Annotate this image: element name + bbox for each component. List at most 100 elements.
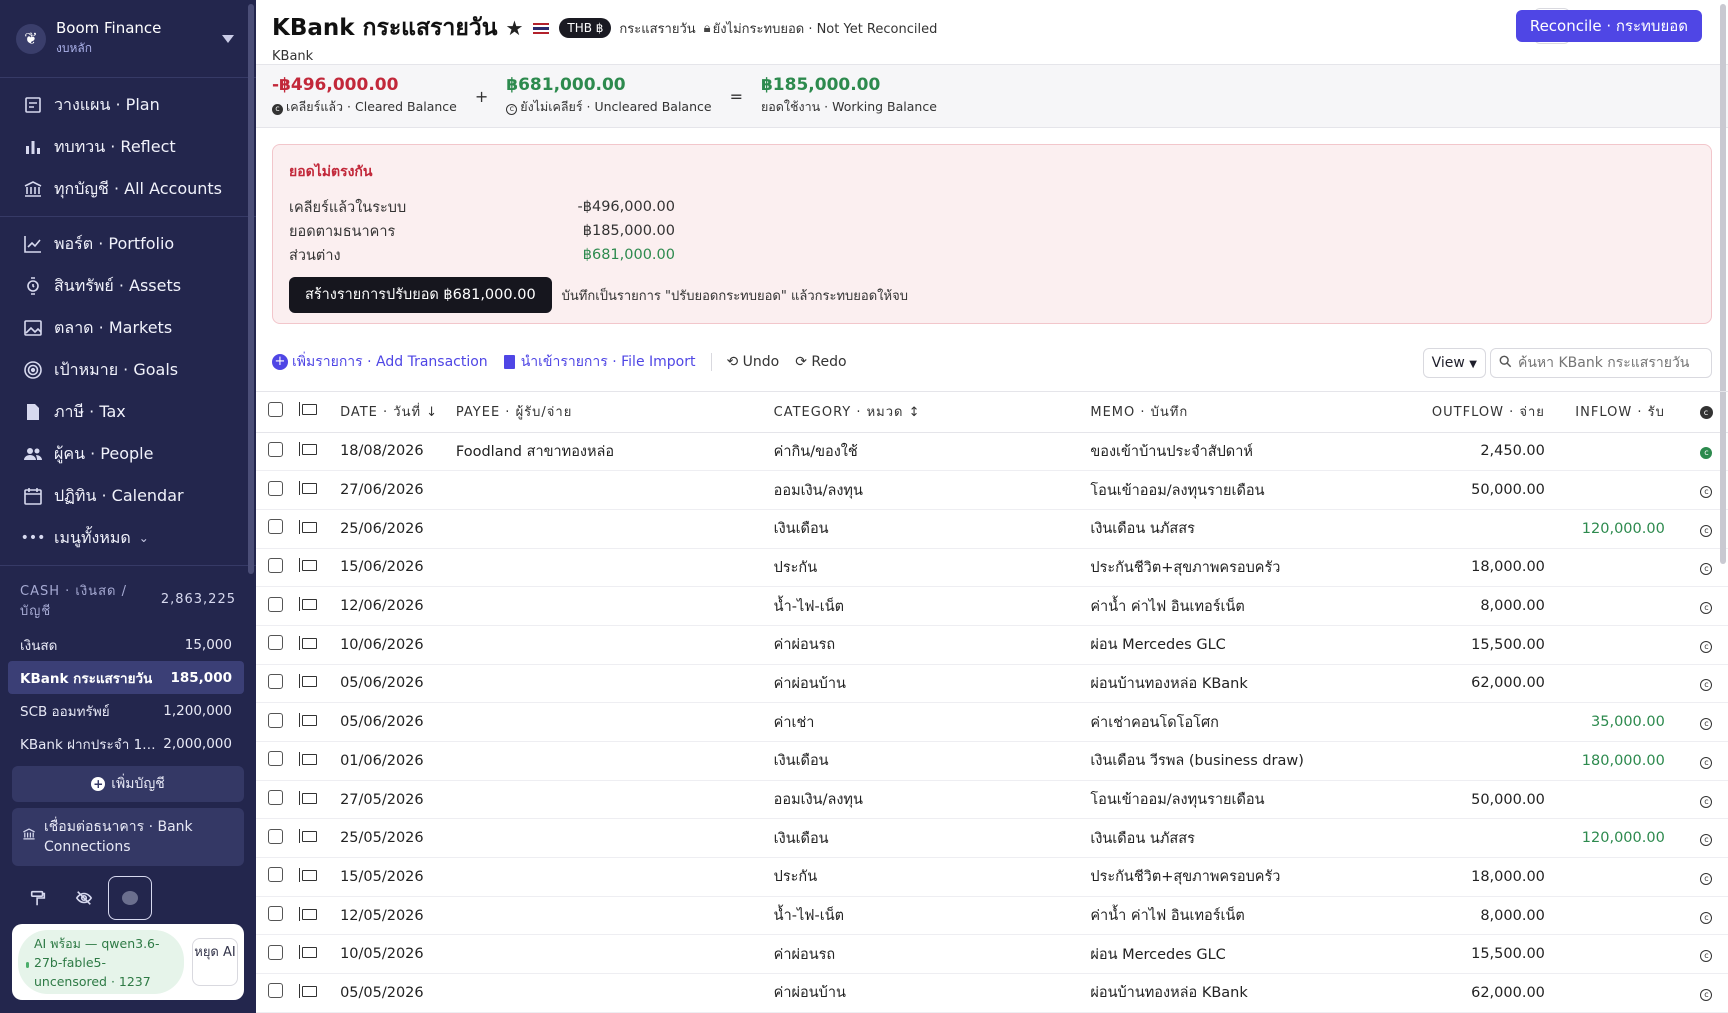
cell-inflow[interactable] [1544,432,1665,472]
paint-roller-icon[interactable] [16,876,60,920]
table-row[interactable]: 15/06/2026 ประกัน ประกันชีวิต+สุขภาพครอบคร… [256,548,1728,588]
cell-category[interactable]: เงินเดือน [773,509,1091,549]
cell-memo[interactable]: ผ่อน Mercedes GLC [1090,625,1379,665]
column-date[interactable]: DATE · วันที่ ↓ [338,392,456,433]
cell-outflow[interactable]: 50,000.00 [1378,780,1545,820]
cell-memo[interactable]: เงินเดือน วีรพล (business draw) [1090,741,1379,781]
uncleared-icon[interactable]: c [1700,911,1713,924]
stop-ai-button[interactable]: หยุด AI [192,938,238,986]
uncleared-icon[interactable]: c [1700,679,1713,692]
cell-category[interactable]: เงินเดือน [773,741,1091,781]
undo-button[interactable]: ⟲ Undo [726,354,779,370]
cell-date[interactable]: 12/05/2026 [338,896,456,936]
reconcile-button[interactable]: Reconcile · กระทบยอด [1515,10,1702,42]
add-account-button[interactable]: + เพิ่มบัญชี [12,766,244,802]
nav-item-assets[interactable]: สินทรัพย์ · Assets [0,265,256,307]
table-row[interactable]: 27/06/2026 ออมเงิน/ลงทุน โอนเข้าออม/ลงทุนร… [256,470,1728,510]
row-checkbox[interactable] [268,480,283,496]
cell-outflow[interactable]: 18,000.00 [1378,548,1545,588]
account-row[interactable]: KBank ฝากประจำ 12 เ... 2,000,000 [8,727,244,760]
cell-date[interactable]: 15/05/2026 [338,857,456,897]
uncleared-icon[interactable]: c [1700,872,1713,885]
cell-memo[interactable]: ค่าน้ำ ค่าไฟ อินเทอร์เน็ต [1090,586,1379,626]
flag-icon[interactable] [298,519,317,534]
eye-off-icon[interactable] [62,876,106,920]
table-row[interactable]: 12/06/2026 น้ำ-ไฟ-เน็ต ค่าน้ำ ค่าไฟ อินเทอ… [256,586,1728,626]
table-row[interactable]: 01/06/2026 เงินเดือน เงินเดือน วีรพล (busi… [256,741,1728,781]
cell-outflow[interactable]: 15,500.00 [1378,934,1545,975]
flag-icon[interactable] [298,674,317,689]
cell-inflow[interactable] [1544,664,1665,704]
cell-inflow[interactable]: 120,000.00 [1544,509,1665,549]
nav-item-portfolio[interactable]: พอร์ต · Portfolio [0,223,256,265]
uncleared-icon[interactable]: c [1700,486,1713,499]
cell-memo[interactable]: ผ่อนบ้านทองหล่อ KBank [1090,664,1379,704]
row-checkbox[interactable] [268,790,283,806]
create-adjustment-button[interactable]: สร้างรายการปรับยอด ฿681,000.00 [289,277,552,313]
cell-inflow[interactable]: 35,000.00 [1544,702,1665,742]
uncleared-icon[interactable]: c [1700,988,1713,1001]
table-row[interactable]: 10/05/2026 ค่าผ่อนรถ ผ่อน Mercedes GLC 15,5… [256,934,1728,975]
table-row[interactable]: 05/06/2026 ค่าผ่อนบ้าน ผ่อนบ้านทองหล่อ KBa… [256,664,1728,704]
row-checkbox[interactable] [268,635,283,651]
row-checkbox[interactable] [268,519,283,535]
row-checkbox[interactable] [268,712,283,728]
cell-outflow[interactable] [1378,818,1545,859]
account-row-selected[interactable]: KBank กระแสรายวัน 185,000 [8,661,244,694]
cell-payee[interactable] [455,470,774,510]
chevron-down-icon[interactable] [222,34,234,43]
cell-payee[interactable] [455,509,774,549]
uncleared-icon[interactable]: c [1700,756,1713,769]
table-row[interactable]: 15/05/2026 ประกัน ประกันชีวิต+สุขภาพครอบคร… [256,857,1728,897]
cell-payee[interactable] [455,586,774,626]
cell-memo[interactable]: ผ่อน Mercedes GLC [1090,934,1379,975]
uncleared-icon[interactable]: c [1700,640,1713,653]
cell-payee[interactable] [455,664,774,704]
flag-icon[interactable] [298,713,317,728]
cell-date[interactable]: 01/06/2026 [338,741,456,781]
cell-payee[interactable] [455,934,774,975]
cell-inflow[interactable] [1544,625,1665,665]
row-checkbox[interactable] [268,673,283,689]
cell-date[interactable]: 27/05/2026 [338,780,456,820]
nav-item-all-menus[interactable]: ••• เมนูทั้งหมด ⌄ [0,517,256,559]
cell-category[interactable]: ค่าผ่อนบ้าน [773,973,1091,1013]
cell-date[interactable]: 05/05/2026 [338,973,456,1013]
cell-category[interactable]: ประกัน [773,548,1091,588]
column-memo[interactable]: MEMO · บันทึก [1090,392,1379,433]
flag-icon[interactable] [298,558,317,573]
account-row[interactable]: เงินสด 15,000 [8,628,244,661]
cell-inflow[interactable]: 180,000.00 [1544,741,1665,781]
sidebar-scrollbar[interactable] [248,4,254,574]
cell-outflow[interactable]: 18,000.00 [1378,857,1545,897]
flag-icon[interactable] [298,597,317,612]
cell-payee[interactable] [455,702,774,742]
cell-inflow[interactable] [1544,896,1665,936]
column-inflow[interactable]: INFLOW · รับ [1544,392,1665,433]
budget-switcher[interactable]: ❦ Boom Finance งบหลัก [0,0,256,78]
flag-icon[interactable] [298,945,317,960]
table-row[interactable]: 05/06/2026 ค่าเช่า ค่าเช่าคอนโดโอโศก 35,000… [256,702,1728,742]
nav-item-calendar[interactable]: ปฏิทิน · Calendar [0,475,256,517]
uncleared-icon[interactable]: c [1700,795,1713,808]
cell-outflow[interactable] [1378,702,1545,742]
table-row[interactable]: 12/05/2026 น้ำ-ไฟ-เน็ต ค่าน้ำ ค่าไฟ อินเทอ… [256,896,1728,936]
cell-date[interactable]: 27/06/2026 [338,470,456,510]
cell-inflow[interactable] [1544,548,1665,588]
flag-icon[interactable] [298,635,317,650]
uncleared-icon[interactable]: c [1700,602,1713,615]
cell-date[interactable]: 05/06/2026 [338,664,456,704]
chat-bubble-button[interactable] [108,876,152,920]
uncleared-icon[interactable]: c [1700,563,1713,576]
cell-inflow[interactable] [1544,934,1665,975]
cell-category[interactable]: ค่าเช่า [773,702,1091,742]
table-row[interactable]: 10/06/2026 ค่าผ่อนรถ ผ่อน Mercedes GLC 15,5… [256,625,1728,665]
cell-inflow[interactable] [1544,857,1665,897]
table-row[interactable]: 25/05/2026 เงินเดือน เงินเดือน นภัสสร 120,0… [256,818,1728,859]
flag-icon[interactable] [298,442,317,457]
search-input[interactable] [1518,355,1698,371]
file-import-button[interactable]: นำเข้ารายการ · File Import [503,351,695,373]
uncleared-icon[interactable]: c [1700,834,1713,847]
nav-item-all-accounts[interactable]: ทุกบัญชี · All Accounts [0,168,256,210]
row-checkbox[interactable] [268,441,283,457]
